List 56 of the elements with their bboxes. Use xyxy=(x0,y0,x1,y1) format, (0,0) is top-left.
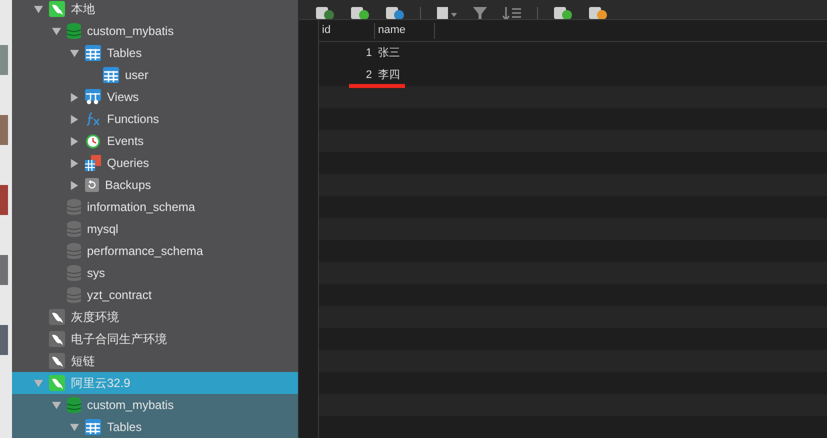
disclosure-triangle-icon[interactable] xyxy=(70,48,79,58)
disclosure-triangle-icon[interactable] xyxy=(70,180,79,190)
clock-icon xyxy=(85,133,101,149)
annotation-underline xyxy=(349,84,405,88)
disclosure-triangle-icon[interactable] xyxy=(70,136,79,146)
tree-item[interactable]: 电子合同生产环境 xyxy=(12,328,298,350)
database-check-icon[interactable] xyxy=(350,7,370,19)
sort-icon[interactable] xyxy=(502,7,522,19)
table-cell-text: 李四 xyxy=(377,68,401,83)
disclosure-triangle-icon[interactable] xyxy=(70,422,79,432)
tree-item[interactable]: yzt_contract xyxy=(12,284,298,306)
table-cell-text: 张三 xyxy=(377,46,401,61)
tree-item[interactable]: 短链 xyxy=(12,350,298,372)
document-dropdown-icon[interactable] xyxy=(436,7,458,19)
table-grid-icon xyxy=(103,67,119,83)
table-export-icon[interactable] xyxy=(588,7,608,19)
database-refresh-icon[interactable] xyxy=(385,7,405,19)
table-glasses-icon xyxy=(85,89,101,105)
tree-item[interactable]: Queries xyxy=(12,152,298,174)
tree-item[interactable]: Views xyxy=(12,86,298,108)
tree-item[interactable]: 灰度环境 xyxy=(12,306,298,328)
tree-item[interactable]: custom_mybatis xyxy=(12,394,298,416)
disclosure-triangle-icon[interactable] xyxy=(70,114,79,124)
tree-item[interactable]: sys xyxy=(12,262,298,284)
restore-icon xyxy=(85,178,99,192)
photo-placeholder xyxy=(0,325,8,355)
column-header[interactable]: name xyxy=(375,22,435,38)
column-header[interactable]: id xyxy=(319,22,375,38)
tree-item[interactable]: Functions xyxy=(12,108,298,130)
table-grid-icon xyxy=(85,419,101,435)
fx-icon xyxy=(85,111,101,127)
photo-placeholder xyxy=(0,45,8,75)
tree-item[interactable]: user xyxy=(12,64,298,86)
tree-item[interactable]: information_schema xyxy=(12,196,298,218)
tree-item[interactable]: Events xyxy=(12,130,298,152)
disclosure-triangle-icon[interactable] xyxy=(52,400,61,410)
tree-item[interactable]: custom_mybatis xyxy=(12,20,298,42)
disclosure-triangle-icon[interactable] xyxy=(70,158,79,168)
disclosure-triangle-icon[interactable] xyxy=(70,92,79,102)
table-grid-icon xyxy=(85,45,101,61)
tree-item[interactable]: 本地 xyxy=(12,0,298,20)
database-run-icon[interactable] xyxy=(315,7,335,19)
table-import-icon[interactable] xyxy=(553,7,573,19)
disclosure-triangle-icon[interactable] xyxy=(52,26,61,36)
tree-item[interactable]: Tables xyxy=(12,42,298,64)
query-grid-icon xyxy=(85,155,101,171)
tree-item[interactable]: Backups xyxy=(12,174,298,196)
photo-placeholder xyxy=(0,185,8,215)
table-cell-text: 2 xyxy=(364,68,373,83)
photo-placeholder xyxy=(0,255,8,285)
table-cell-text: 1 xyxy=(364,46,373,61)
tree-item[interactable]: Tables xyxy=(12,416,298,438)
photo-placeholder xyxy=(0,115,8,145)
tree-item[interactable]: mysql xyxy=(12,218,298,240)
disclosure-triangle-icon[interactable] xyxy=(34,4,43,14)
tree-item[interactable]: performance_schema xyxy=(12,240,298,262)
